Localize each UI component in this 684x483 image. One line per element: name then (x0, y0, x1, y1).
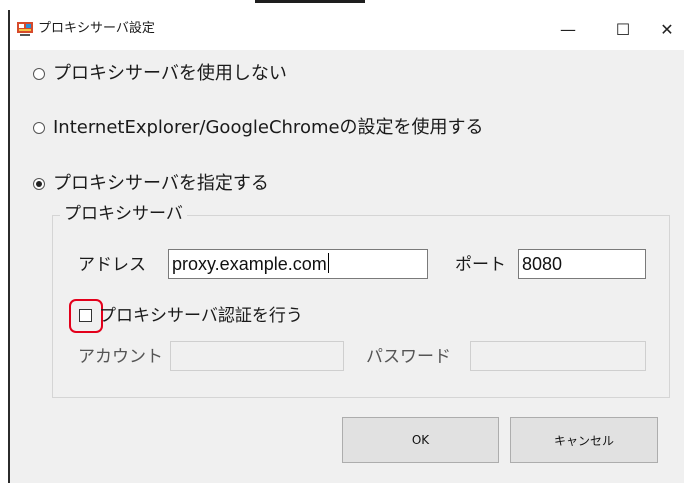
radio-no-proxy-label: プロキシサーバを使用しない (53, 63, 287, 84)
radio-use-browser-settings-label: InternetExplorer/GoogleChromeの設定を使用する (53, 117, 484, 138)
address-label: アドレス (78, 255, 146, 275)
maximize-button[interactable]: ☐ (600, 10, 646, 48)
radio-selected-icon (33, 178, 45, 190)
port-input-value: 8080 (522, 254, 563, 274)
password-label: パスワード (366, 347, 451, 367)
groupbox-legend: プロキシサーバ (60, 203, 187, 225)
radio-specify-proxy-label: プロキシサーバを指定する (53, 173, 269, 194)
port-input[interactable]: 8080 (518, 249, 646, 279)
radio-no-proxy[interactable]: プロキシサーバを使用しない (33, 62, 287, 86)
radio-use-browser-settings[interactable]: InternetExplorer/GoogleChromeの設定を使用する (33, 116, 484, 140)
background-tab-edge (255, 0, 365, 3)
port-label: ポート (455, 255, 506, 275)
auth-checkbox-label[interactable]: プロキシサーバ認証を行う (99, 305, 303, 327)
ok-button-label: OK (411, 433, 430, 447)
radio-circle-icon (33, 68, 45, 80)
minimize-button[interactable]: — (545, 10, 591, 48)
account-input[interactable] (170, 341, 344, 371)
cancel-button[interactable]: キャンセル (510, 417, 658, 463)
minimize-icon: — (560, 19, 576, 39)
window-title: プロキシサーバ設定 (38, 21, 155, 36)
radio-circle-icon (33, 122, 45, 134)
account-label: アカウント (78, 347, 163, 367)
radio-specify-proxy[interactable]: プロキシサーバを指定する (33, 172, 269, 196)
close-button[interactable]: ✕ (644, 10, 684, 48)
background-window-strip (0, 0, 684, 6)
address-input-value: proxy.example.com (172, 254, 327, 274)
password-input[interactable] (470, 341, 646, 371)
address-input[interactable]: proxy.example.com (168, 249, 428, 279)
auth-checkbox[interactable] (79, 309, 92, 322)
close-icon: ✕ (660, 19, 674, 39)
cancel-button-label: キャンセル (553, 433, 614, 448)
ok-button[interactable]: OK (342, 417, 499, 463)
app-window-icon (17, 22, 33, 36)
maximize-icon: ☐ (615, 19, 631, 39)
text-caret (327, 253, 329, 273)
